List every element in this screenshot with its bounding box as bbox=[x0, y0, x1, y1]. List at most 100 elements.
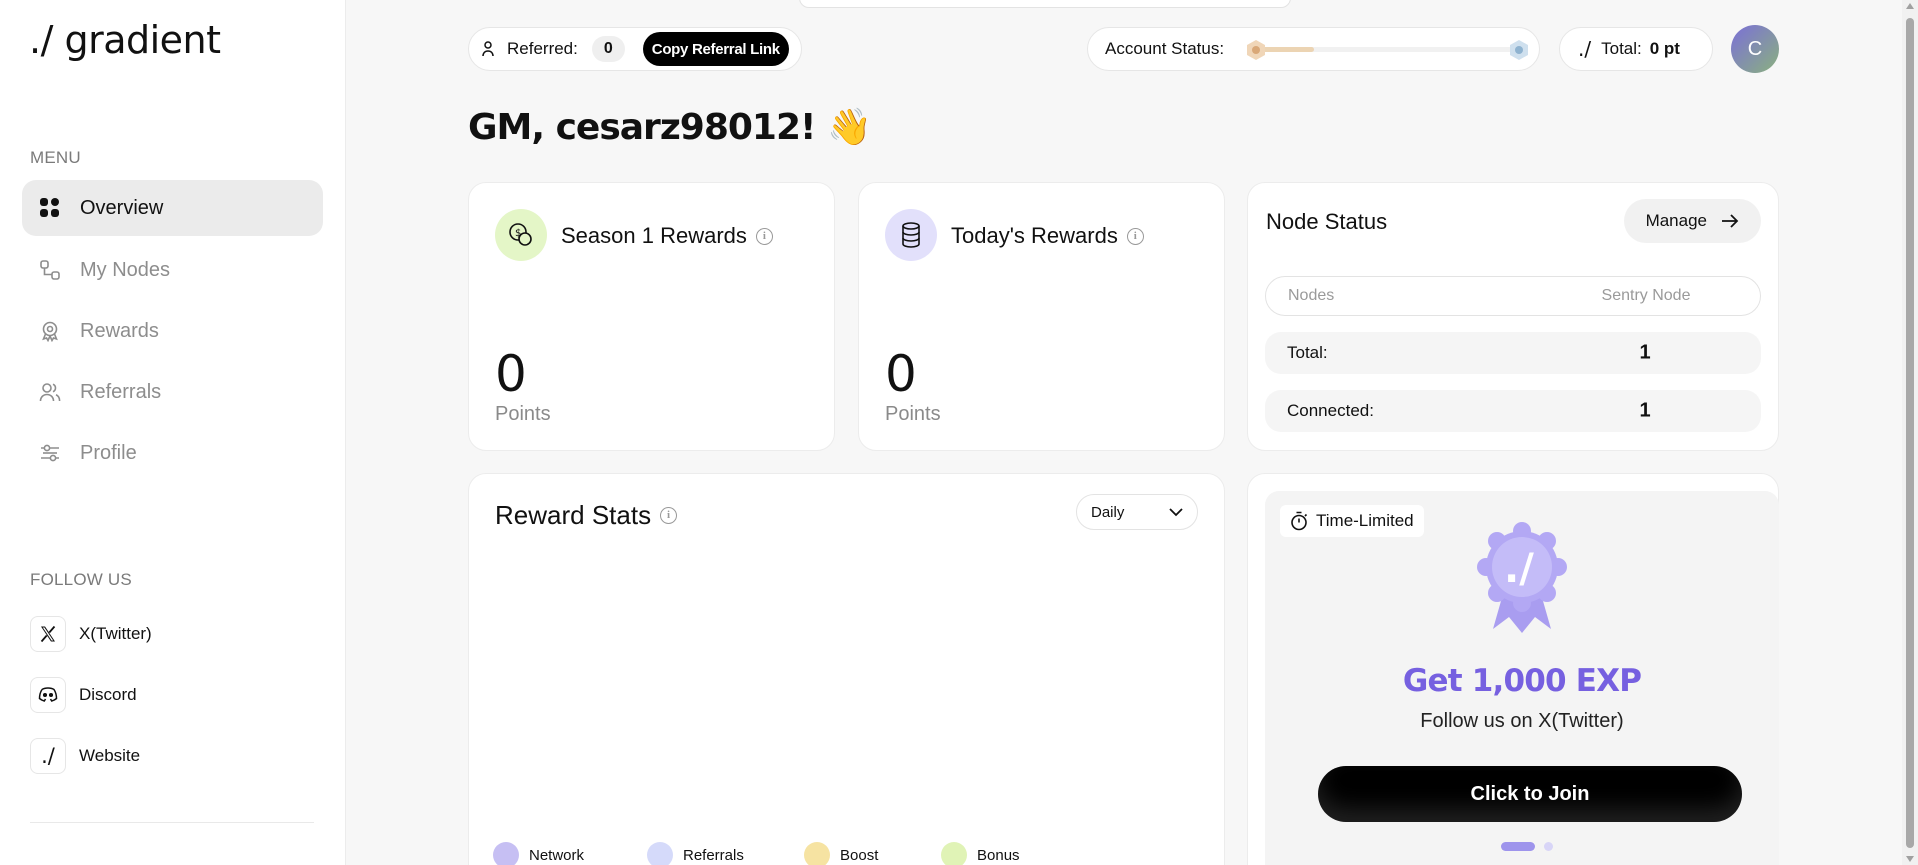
legend-label: Referrals bbox=[683, 846, 744, 864]
todays-rewards-unit: Points bbox=[885, 403, 941, 425]
popup-edge bbox=[799, 0, 1291, 8]
diamond-badge-icon bbox=[1508, 39, 1530, 66]
row-label: Total: bbox=[1287, 343, 1328, 362]
avatar[interactable]: C bbox=[1731, 25, 1779, 73]
scroll-thumb[interactable] bbox=[1906, 18, 1914, 848]
legend-swatch bbox=[647, 842, 673, 865]
total-points-pill: ./ Total: 0 pt bbox=[1559, 27, 1713, 71]
sidebar-item-label: Referrals bbox=[80, 380, 162, 403]
legend-item-referrals: Referrals bbox=[647, 842, 744, 865]
info-icon[interactable]: i bbox=[1126, 227, 1144, 245]
discord-icon bbox=[30, 677, 66, 713]
sidebar-item-rewards[interactable]: Rewards bbox=[22, 303, 323, 359]
total-value: 0 pt bbox=[1649, 39, 1680, 58]
click-to-join-button[interactable]: Click to Join bbox=[1318, 766, 1742, 822]
coins-icon: $ bbox=[495, 209, 547, 261]
page-scrollbar[interactable] bbox=[1902, 0, 1918, 865]
svg-text:./: ./ bbox=[1504, 546, 1534, 592]
rosette-badge-icon: ./ bbox=[1477, 517, 1567, 640]
time-limited-label: Time-Limited bbox=[1316, 511, 1414, 530]
account-status-bar bbox=[1252, 47, 1522, 52]
follow-link-discord[interactable]: Discord bbox=[30, 677, 137, 713]
reward-stats-title: Reward Stats bbox=[495, 500, 652, 530]
gradient-logo-icon: ./ bbox=[30, 738, 66, 774]
account-status-pill: Account Status: bbox=[1087, 27, 1540, 71]
sidebar-item-referrals[interactable]: Referrals bbox=[22, 364, 323, 420]
manage-button-label: Manage bbox=[1645, 211, 1707, 230]
legend-item-network: Network bbox=[493, 842, 584, 865]
follow-section-label: FOLLOW US bbox=[30, 570, 132, 589]
info-icon[interactable]: i bbox=[755, 227, 773, 245]
total-label: Total: bbox=[1601, 39, 1642, 58]
nodes-column-header: Nodes bbox=[1288, 287, 1335, 304]
referred-count: 0 bbox=[591, 36, 625, 62]
scroll-down-arrow-icon[interactable] bbox=[1906, 856, 1914, 862]
promo-card: Time-Limited ./ Get 1,000 EXP Follow us … bbox=[1247, 473, 1779, 865]
account-status-label: Account Status: bbox=[1105, 39, 1225, 58]
sidebar-item-label: Overview bbox=[80, 196, 164, 219]
referred-pill: Referred: 0 Copy Referral Link bbox=[468, 27, 802, 71]
node-table-header: Nodes Sentry Node bbox=[1265, 276, 1761, 316]
sentry-node-column-header: Sentry Node bbox=[1601, 287, 1691, 304]
menu-section-label: MENU bbox=[30, 148, 81, 167]
period-select-value: Daily bbox=[1091, 503, 1125, 521]
season-rewards-unit: Points bbox=[495, 403, 551, 425]
reward-stats-card: Reward Stats i Daily Network Referrals B… bbox=[468, 473, 1225, 865]
scroll-up-arrow-icon[interactable] bbox=[1906, 3, 1914, 9]
time-limited-badge: Time-Limited bbox=[1280, 505, 1424, 537]
season-rewards-value: 0 bbox=[495, 345, 527, 403]
sidebar: ./ gradient MENU Overview My Nodes Rewar… bbox=[0, 0, 346, 865]
legend-item-bonus: Bonus bbox=[941, 842, 1020, 865]
chevron-down-icon bbox=[1169, 507, 1183, 517]
follow-link-twitter[interactable]: X(Twitter) bbox=[30, 616, 152, 652]
gradient-logo-icon: ./ bbox=[1578, 37, 1592, 61]
table-row: Connected: 1 bbox=[1265, 390, 1761, 432]
legend-swatch bbox=[941, 842, 967, 865]
x-logo-icon bbox=[30, 616, 66, 652]
todays-rewards-card: Today's Rewards i 0 Points bbox=[858, 182, 1225, 451]
todays-rewards-value: 0 bbox=[885, 345, 917, 403]
season-rewards-card: $ Season 1 Rewards i 0 Points bbox=[468, 182, 835, 451]
node-status-title: Node Status bbox=[1266, 209, 1388, 234]
legend-swatch bbox=[493, 842, 519, 865]
stopwatch-icon bbox=[1290, 511, 1308, 531]
users-icon bbox=[38, 380, 62, 404]
season-rewards-title: Season 1 Rewards bbox=[561, 223, 747, 248]
page-title: GM, cesarz98012! 👋 bbox=[468, 107, 872, 148]
award-icon bbox=[38, 319, 62, 343]
bronze-badge-icon bbox=[1245, 39, 1267, 66]
sidebar-item-label: Rewards bbox=[80, 319, 159, 342]
follow-label: Discord bbox=[79, 685, 137, 704]
follow-label: Website bbox=[79, 746, 141, 765]
legend-label: Boost bbox=[840, 846, 879, 864]
manage-button[interactable]: Manage bbox=[1623, 199, 1761, 243]
sidebar-item-label: My Nodes bbox=[80, 258, 171, 281]
sidebar-item-profile[interactable]: Profile bbox=[22, 425, 323, 481]
grid-icon bbox=[38, 196, 62, 220]
copy-referral-link-button[interactable]: Copy Referral Link bbox=[642, 32, 789, 66]
sidebar-item-my-nodes[interactable]: My Nodes bbox=[22, 242, 323, 298]
legend-label: Bonus bbox=[977, 846, 1020, 864]
database-icon bbox=[885, 209, 937, 261]
info-icon[interactable]: i bbox=[660, 507, 678, 524]
promo-subtitle: Follow us on X(Twitter) bbox=[1420, 710, 1624, 732]
follow-label: X(Twitter) bbox=[79, 624, 152, 643]
app-logo[interactable]: ./ gradient bbox=[29, 18, 221, 62]
promo-banner: Time-Limited ./ Get 1,000 EXP Follow us … bbox=[1265, 491, 1779, 865]
user-icon bbox=[481, 40, 495, 58]
sidebar-divider bbox=[30, 822, 314, 823]
sidebar-item-overview[interactable]: Overview bbox=[22, 180, 323, 236]
row-value: 1 bbox=[1639, 399, 1651, 422]
arrow-right-icon bbox=[1721, 214, 1739, 228]
legend-label: Network bbox=[529, 846, 585, 864]
sidebar-item-label: Profile bbox=[80, 441, 137, 464]
follow-link-website[interactable]: ./ Website bbox=[30, 738, 140, 774]
todays-rewards-title: Today's Rewards bbox=[951, 223, 1118, 248]
carousel-dot[interactable] bbox=[1544, 842, 1553, 851]
carousel-dot-active[interactable] bbox=[1501, 842, 1535, 851]
row-value: 1 bbox=[1639, 341, 1651, 364]
period-select[interactable]: Daily bbox=[1076, 494, 1198, 530]
promo-headline: Get 1,000 EXP bbox=[1402, 663, 1642, 699]
sliders-icon bbox=[38, 441, 62, 465]
table-row: Total: 1 bbox=[1265, 332, 1761, 374]
